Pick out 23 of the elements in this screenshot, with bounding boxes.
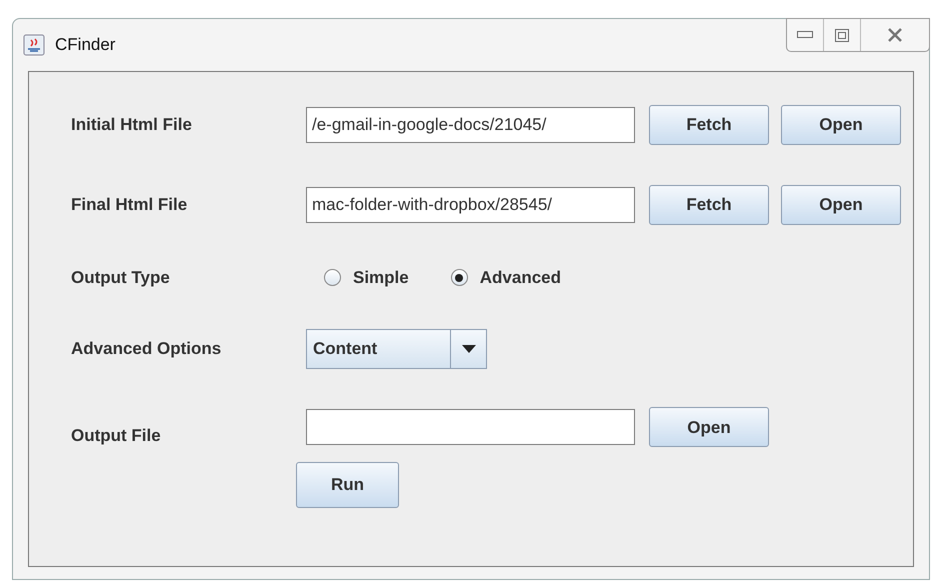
window-title: CFinder [55, 34, 116, 56]
app-icon [23, 34, 45, 56]
open-button[interactable]: Open [781, 185, 901, 225]
text-field[interactable] [306, 409, 635, 446]
radio-option[interactable]: Advanced [450, 265, 561, 290]
dropdown[interactable]: Content [306, 328, 487, 368]
open-button[interactable]: Open [781, 105, 901, 145]
field-label: Final Html File [71, 194, 188, 216]
maximize-icon [835, 28, 849, 42]
field-label: Initial Html File [71, 114, 193, 136]
fetch-button[interactable]: Fetch [649, 185, 769, 225]
text-field[interactable]: /e-gmail-in-google-docs/21045/ [306, 107, 635, 143]
caret-icon [462, 344, 476, 352]
run-button[interactable]: Run [296, 462, 399, 508]
open-button[interactable]: Open [649, 407, 769, 448]
close-icon [887, 28, 903, 42]
radio-option[interactable]: Simple [324, 265, 409, 290]
field-label: Output Type [71, 267, 171, 289]
text-field[interactable]: mac-folder-with-dropbox/28545/ [306, 187, 635, 223]
minimize-icon [797, 31, 813, 39]
fetch-button[interactable]: Fetch [649, 105, 769, 145]
field-label: Advanced Options [71, 338, 222, 360]
field-label: Output File [71, 424, 162, 446]
